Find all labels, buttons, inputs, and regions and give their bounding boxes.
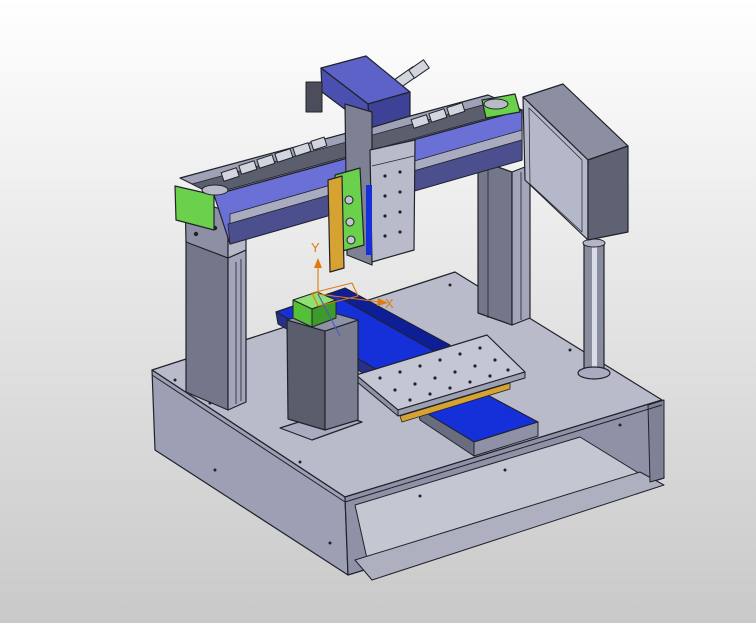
- triad-y-label: Y: [311, 240, 320, 255]
- left-column-side: [227, 249, 247, 411]
- triad-x-label: X: [385, 296, 394, 311]
- cad-viewport[interactable]: Y X: [0, 0, 756, 623]
- base-right-post: [647, 399, 665, 483]
- left-column-front: [185, 239, 229, 411]
- z-slide-front-plate: [369, 139, 416, 263]
- gantry-robot-model[interactable]: Y X: [0, 0, 756, 623]
- pedestal-front: [286, 319, 326, 431]
- control-box: [522, 83, 629, 241]
- pedestal-side: [324, 319, 359, 431]
- right-upright-column: [477, 159, 531, 326]
- control-box-side: [587, 145, 629, 241]
- right-column-front: [477, 159, 513, 326]
- gripper-bracket-gold: [327, 175, 345, 273]
